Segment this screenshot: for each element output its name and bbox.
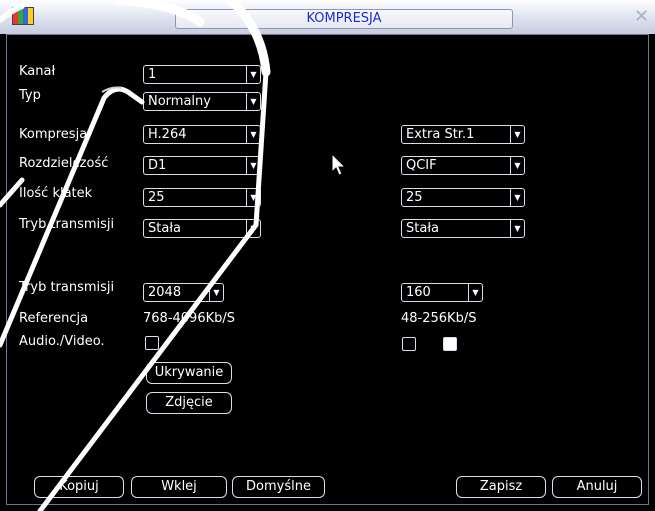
frame-rate-label: Ilość klatek <box>19 186 93 201</box>
resolution-select[interactable]: D1 ▼ <box>143 156 261 175</box>
chevron-down-icon: ▼ <box>510 220 524 237</box>
chevron-down-icon: ▼ <box>510 189 524 206</box>
channel-value: 1 <box>148 67 157 82</box>
title-bar: KOMPRESJA ✕ <box>0 0 655 34</box>
default-button[interactable]: Domyślne <box>232 476 325 498</box>
bitrate-select[interactable]: 2048 ▼ <box>143 283 224 302</box>
chevron-down-icon: ▼ <box>246 157 260 174</box>
window-title: KOMPRESJA <box>175 9 513 29</box>
chevron-down-icon: ▼ <box>510 126 524 143</box>
audio-video-extra-checkbox-2[interactable] <box>443 337 457 351</box>
reference-label: Referencja <box>19 311 89 326</box>
audio-video-label: Audio./Video. <box>19 334 105 349</box>
extra-bitrate-mode-value: Stała <box>406 221 439 236</box>
cancel-button[interactable]: Anuluj <box>552 476 642 498</box>
channel-label: Kanał <box>19 64 56 79</box>
frame-rate-value: 25 <box>148 190 165 205</box>
chevron-down-icon: ▼ <box>246 66 260 83</box>
bitrate-label: Tryb transmisji <box>19 280 115 295</box>
resolution-value: D1 <box>148 158 167 173</box>
audio-video-main-checkbox[interactable] <box>145 336 159 350</box>
bitrate-mode-select[interactable]: Stała ▼ <box>143 219 261 238</box>
bitrate-value: 2048 <box>148 285 182 300</box>
chevron-down-icon: ▼ <box>246 189 260 206</box>
compression-window: KOMPRESJA ✕ Kanał 1 ▼ Typ Normalny ▼ Kom… <box>0 0 655 511</box>
type-value: Normalny <box>148 94 211 109</box>
audio-video-extra-checkbox[interactable] <box>402 337 416 351</box>
reference-extra-value: 48-256Kb/S <box>401 311 477 326</box>
compression-select[interactable]: H.264 ▼ <box>143 125 261 144</box>
extra-frame-rate-value: 25 <box>406 190 423 205</box>
chevron-down-icon: ▼ <box>246 93 260 110</box>
resolution-label: Rozdzielczość <box>19 156 109 171</box>
compression-value: H.264 <box>148 127 187 142</box>
mask-button[interactable]: Ukrywanie <box>146 362 232 384</box>
paste-button[interactable]: Wklej <box>131 476 227 498</box>
compression-label: Kompresja <box>19 127 88 142</box>
snapshot-button[interactable]: Zdjęcie <box>146 392 232 414</box>
extra-resolution-value: QCIF <box>406 158 437 173</box>
chevron-down-icon: ▼ <box>510 157 524 174</box>
close-icon[interactable]: ✕ <box>634 8 652 26</box>
reference-main-value: 768-4096Kb/S <box>143 311 235 326</box>
type-select[interactable]: Normalny ▼ <box>143 92 261 111</box>
channel-select[interactable]: 1 ▼ <box>143 65 261 84</box>
extra-bitrate-mode-select[interactable]: Stała ▼ <box>401 219 525 238</box>
extra-resolution-select[interactable]: QCIF ▼ <box>401 156 525 175</box>
settings-panel: Kanał 1 ▼ Typ Normalny ▼ Kompresja H.264… <box>6 34 649 505</box>
copy-button[interactable]: Kopiuj <box>34 476 124 498</box>
chevron-down-icon: ▼ <box>209 284 223 301</box>
type-label: Typ <box>19 88 41 103</box>
extra-frame-rate-select[interactable]: 25 ▼ <box>401 188 525 207</box>
frame-rate-select[interactable]: 25 ▼ <box>143 188 261 207</box>
extra-bitrate-value: 160 <box>406 285 431 300</box>
extra-stream-select[interactable]: Extra Str.1 ▼ <box>401 125 525 144</box>
extra-stream-value: Extra Str.1 <box>406 127 475 142</box>
chevron-down-icon: ▼ <box>468 284 482 301</box>
save-button[interactable]: Zapisz <box>456 476 546 498</box>
extra-bitrate-select[interactable]: 160 ▼ <box>401 283 483 302</box>
app-menu-icon[interactable] <box>12 7 34 25</box>
chevron-down-icon: ▼ <box>246 126 260 143</box>
chevron-down-icon: ▼ <box>246 220 260 237</box>
bitrate-mode-value: Stała <box>148 221 181 236</box>
bitrate-mode-label: Tryb transmisji <box>19 217 115 232</box>
